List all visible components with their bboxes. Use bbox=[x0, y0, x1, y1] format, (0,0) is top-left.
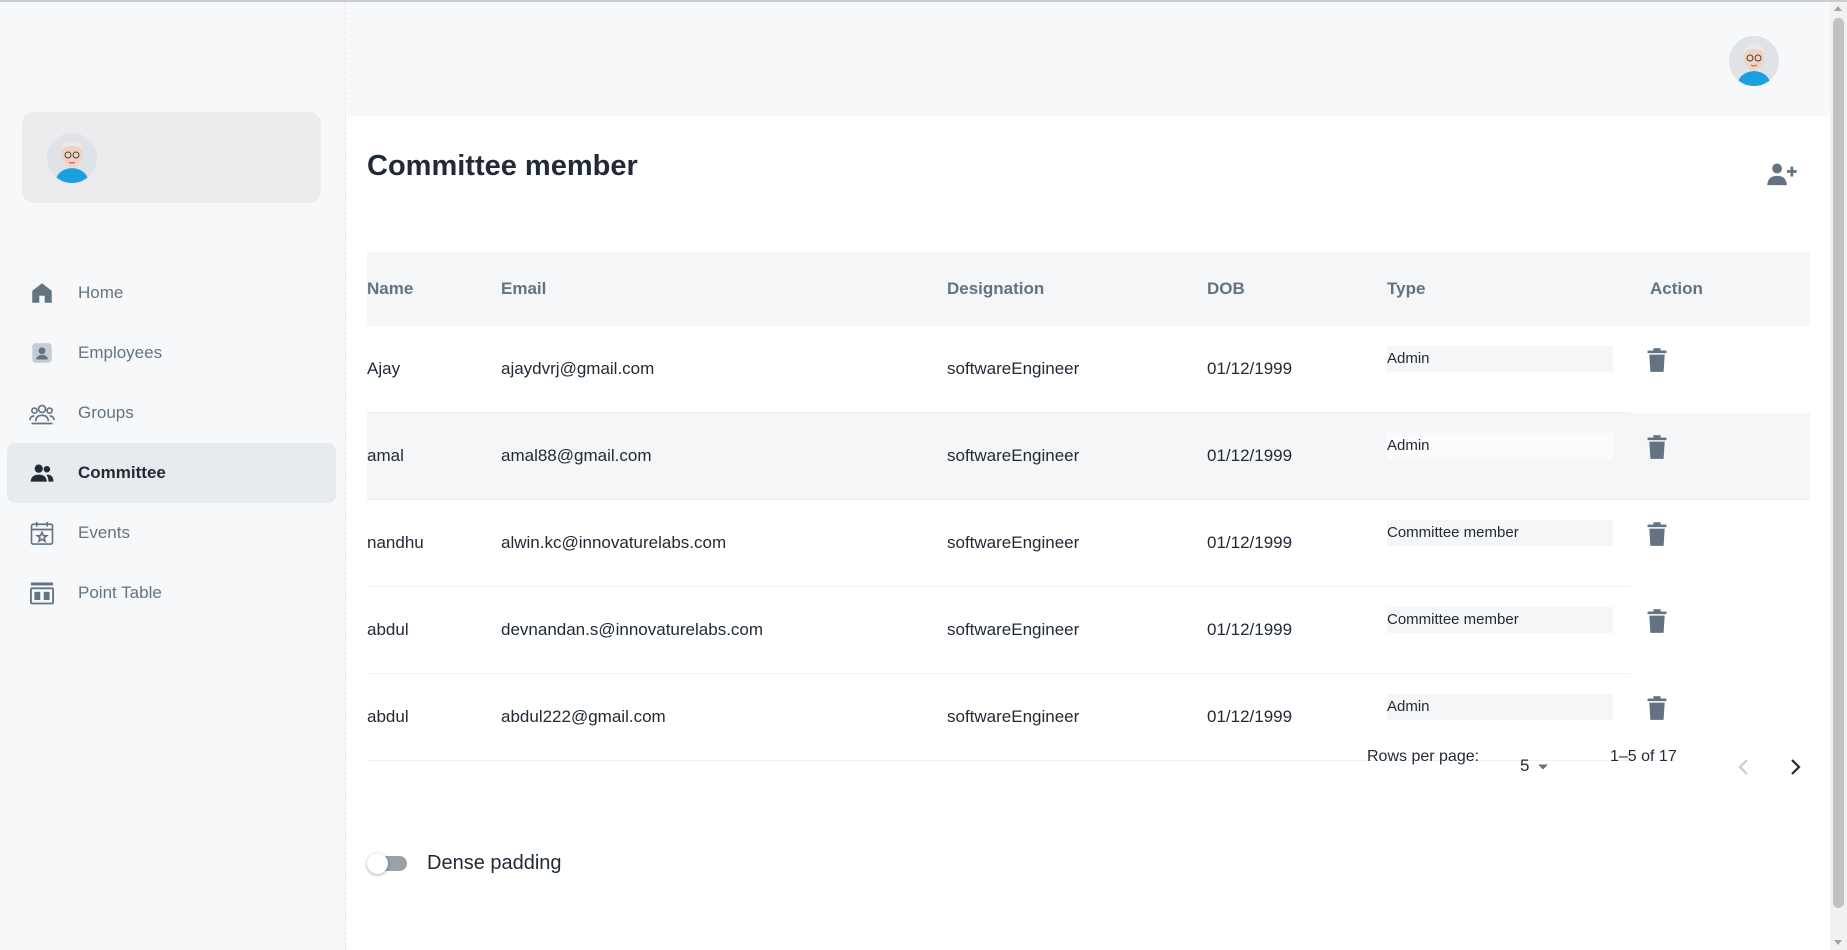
table-row[interactable]: amal amal88@gmail.com softwareEngineer 0… bbox=[367, 413, 1810, 500]
sidebar: Home Employees Groups Committee Events P… bbox=[0, 2, 346, 950]
cell-designation: softwareEngineer bbox=[947, 620, 1080, 639]
committee-table: Name Email Designation DOB Type Action A… bbox=[367, 252, 1810, 761]
type-select[interactable]: Committee member bbox=[1387, 607, 1613, 633]
sidebar-item-point-table[interactable]: Point Table bbox=[7, 563, 336, 623]
type-select[interactable]: Admin bbox=[1387, 694, 1613, 720]
point-table-icon bbox=[28, 579, 56, 607]
groups-icon bbox=[28, 399, 56, 427]
cell-dob: 01/12/1999 bbox=[1207, 359, 1293, 378]
add-member-button[interactable] bbox=[1764, 158, 1800, 194]
calendar-star-icon bbox=[28, 519, 56, 547]
cell-dob: 01/12/1999 bbox=[1207, 620, 1293, 639]
column-header-email[interactable]: Email bbox=[501, 252, 546, 326]
rows-per-page-value: 5 bbox=[1520, 756, 1530, 775]
column-header-name[interactable]: Name bbox=[367, 252, 413, 326]
cell-designation: softwareEngineer bbox=[947, 533, 1080, 552]
cell-email: ajaydvrj@gmail.com bbox=[501, 359, 655, 378]
sidebar-item-employees[interactable]: Employees bbox=[7, 323, 336, 383]
delete-button[interactable] bbox=[1642, 521, 1672, 551]
column-header-designation[interactable]: Designation bbox=[947, 252, 1044, 326]
dense-padding-toggle[interactable] bbox=[367, 851, 409, 875]
column-header-action: Action bbox=[1650, 279, 1703, 298]
scroll-up-arrow-icon[interactable] bbox=[1834, 6, 1842, 11]
sidebar-item-label: Groups bbox=[78, 403, 134, 422]
dense-padding-control: Dense padding bbox=[367, 851, 562, 875]
table-row[interactable]: nandhu alwin.kc@innovaturelabs.com softw… bbox=[367, 500, 1667, 587]
profile-card[interactable] bbox=[22, 112, 321, 203]
sidebar-item-groups[interactable]: Groups bbox=[7, 383, 336, 443]
sidebar-item-label: Home bbox=[78, 283, 124, 302]
account-avatar[interactable] bbox=[1729, 36, 1779, 86]
rows-per-page-label: Rows per page: bbox=[1367, 748, 1480, 765]
sidebar-item-home[interactable]: Home bbox=[7, 263, 336, 323]
sidebar-item-label: Point Table bbox=[78, 583, 162, 602]
table-header: Name Email Designation DOB Type Action bbox=[367, 252, 1810, 326]
table-row[interactable]: Ajay ajaydvrj@gmail.com softwareEngineer… bbox=[367, 326, 1667, 413]
sidebar-nav: Home Employees Groups Committee Events P… bbox=[7, 263, 336, 623]
cell-email: devnandan.s@innovaturelabs.com bbox=[501, 620, 764, 639]
employee-badge-icon bbox=[28, 339, 56, 367]
cell-designation: softwareEngineer bbox=[947, 359, 1080, 378]
caret-down-icon bbox=[1537, 756, 1549, 776]
type-select[interactable]: Committee member bbox=[1387, 520, 1613, 546]
delete-button[interactable] bbox=[1642, 608, 1672, 638]
trash-icon bbox=[1646, 695, 1668, 725]
cell-dob: 01/12/1999 bbox=[1207, 707, 1293, 726]
column-header-dob[interactable]: DOB bbox=[1207, 252, 1245, 326]
home-icon bbox=[28, 279, 56, 307]
cell-name: amal bbox=[367, 446, 404, 465]
table-row[interactable]: abdul devnandan.s@innovaturelabs.com sof… bbox=[367, 587, 1667, 674]
delete-button[interactable] bbox=[1642, 347, 1672, 377]
sidebar-item-label: Employees bbox=[78, 343, 163, 362]
sidebar-item-committee[interactable]: Committee bbox=[7, 443, 336, 503]
cell-email: alwin.kc@innovaturelabs.com bbox=[501, 533, 727, 552]
previous-page-button[interactable] bbox=[1729, 754, 1759, 784]
type-select[interactable]: Admin bbox=[1387, 433, 1613, 459]
cell-name: abdul bbox=[367, 620, 409, 639]
trash-icon bbox=[1646, 608, 1668, 638]
chevron-left-icon bbox=[1737, 758, 1751, 781]
table-pagination: Rows per page: 5 1–5 of 17 bbox=[1367, 748, 1810, 788]
toggle-thumb bbox=[367, 853, 388, 874]
pagination-range: 1–5 of 17 bbox=[1610, 748, 1677, 765]
type-select[interactable]: Admin bbox=[1387, 346, 1613, 372]
sidebar-item-label: Committee bbox=[78, 463, 166, 482]
page-scrollbar[interactable] bbox=[1830, 2, 1847, 950]
trash-icon bbox=[1646, 434, 1668, 464]
cell-dob: 01/12/1999 bbox=[1207, 533, 1293, 552]
sidebar-item-label: Events bbox=[78, 523, 130, 542]
scroll-down-arrow-icon[interactable] bbox=[1834, 940, 1842, 945]
cell-dob: 01/12/1999 bbox=[1207, 446, 1293, 465]
people-icon bbox=[28, 459, 56, 487]
cell-email: amal88@gmail.com bbox=[501, 446, 652, 465]
next-page-button[interactable] bbox=[1780, 754, 1810, 784]
rows-per-page-select[interactable]: 5 bbox=[1520, 756, 1549, 776]
scroll-thumb[interactable] bbox=[1833, 18, 1844, 908]
cell-name: abdul bbox=[367, 707, 409, 726]
cell-name: Ajay bbox=[367, 359, 401, 378]
cell-email: abdul222@gmail.com bbox=[501, 707, 666, 726]
chevron-right-icon bbox=[1788, 758, 1802, 781]
cell-designation: softwareEngineer bbox=[947, 446, 1080, 465]
cell-designation: softwareEngineer bbox=[947, 707, 1080, 726]
dense-padding-label: Dense padding bbox=[427, 851, 562, 874]
top-header bbox=[347, 2, 1830, 116]
user-avatar bbox=[47, 133, 97, 183]
page-title: Committee member bbox=[367, 150, 638, 182]
main-content: Committee member Name Email Designation … bbox=[347, 116, 1830, 950]
sidebar-item-events[interactable]: Events bbox=[7, 503, 336, 563]
column-header-type[interactable]: Type bbox=[1387, 252, 1425, 326]
delete-button[interactable] bbox=[1642, 434, 1672, 464]
trash-icon bbox=[1646, 347, 1668, 377]
trash-icon bbox=[1646, 521, 1668, 551]
delete-button[interactable] bbox=[1642, 695, 1672, 725]
person-add-icon bbox=[1766, 160, 1798, 192]
cell-name: nandhu bbox=[367, 533, 424, 552]
